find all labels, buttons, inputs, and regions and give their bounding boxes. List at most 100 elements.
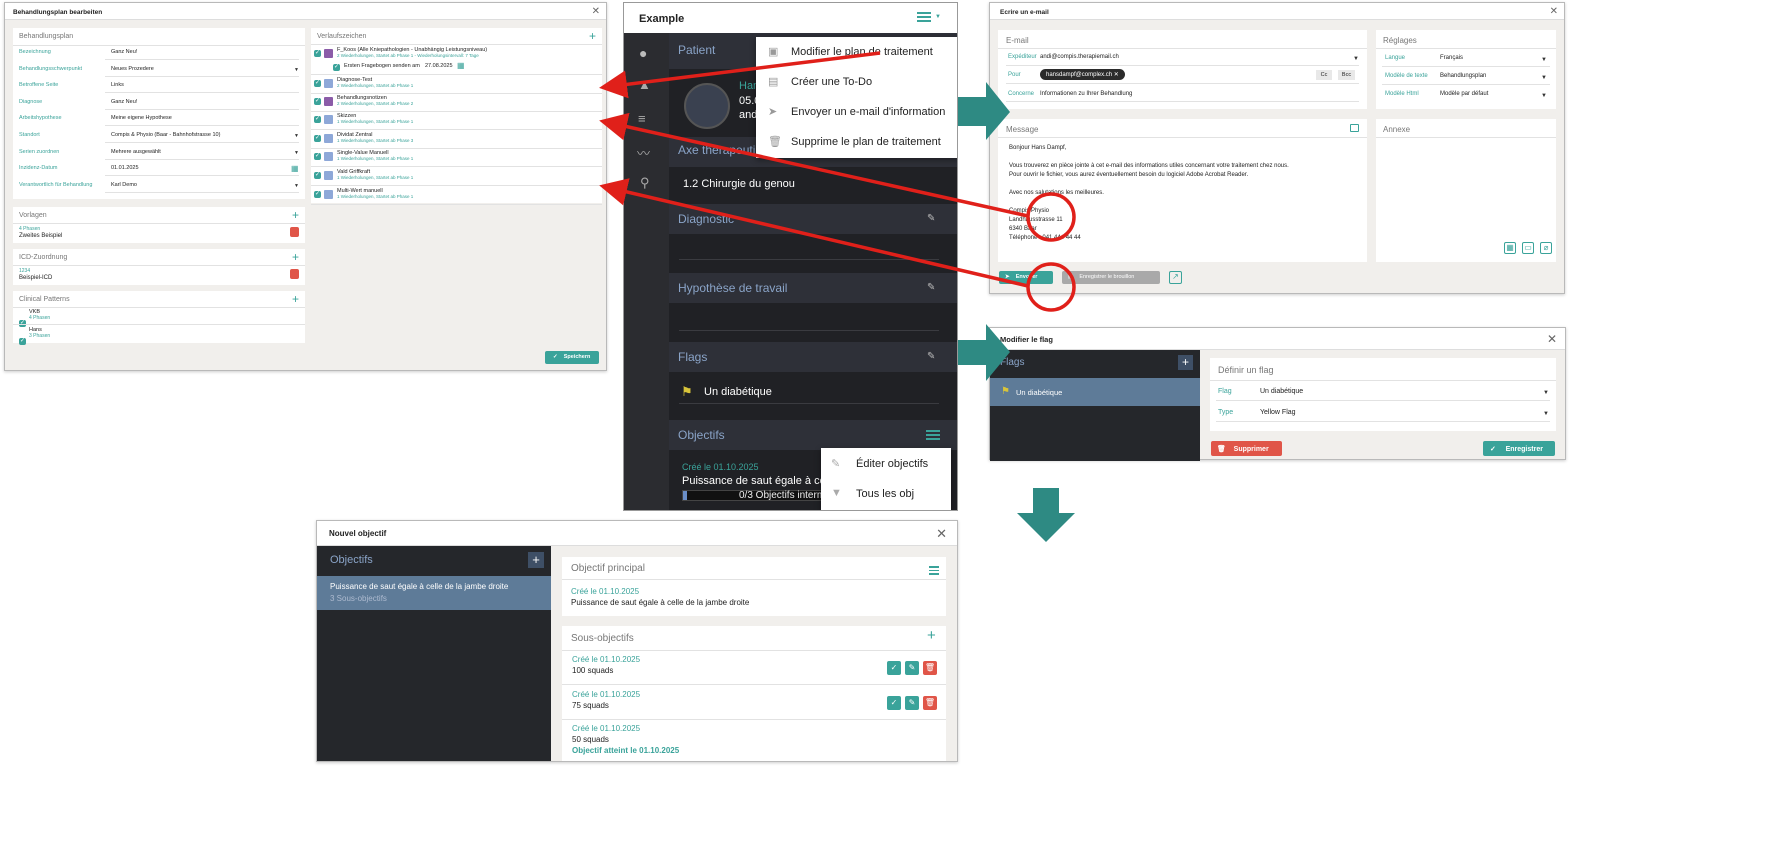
sub-objective-text[interactable]: 50 squads [572, 735, 609, 744]
field-value[interactable]: Ganz Neu! [111, 49, 137, 55]
subject-value[interactable]: Informationen zu Ihrer Behandlung [1040, 91, 1132, 97]
save-button[interactable]: ✓ Speichern [545, 351, 599, 364]
save-button[interactable]: ✓ Enregistrer [1483, 441, 1555, 456]
pattern-item[interactable]: ✓ [19, 329, 26, 347]
check-icon[interactable]: ✓ [333, 64, 340, 71]
check-icon[interactable]: ✓ [314, 80, 321, 87]
delete-trash-icon[interactable]: 🗑 [923, 695, 937, 710]
delete-template-icon[interactable] [290, 227, 299, 237]
delete-trash-icon[interactable]: 🗑 [923, 661, 937, 675]
chevron-down-icon[interactable]: ▼ [294, 133, 299, 139]
user-icon[interactable]: ● [639, 45, 647, 61]
edit-pencil-icon[interactable]: ✎ [905, 695, 919, 710]
menu-item-edit-plan[interactable]: ▣ Modifier le plan de traitement [756, 44, 957, 64]
hamburger-icon[interactable] [929, 566, 939, 575]
close-icon[interactable]: ✕ [936, 526, 947, 542]
flag-select[interactable]: Un diabétique [1260, 388, 1303, 395]
type-select[interactable]: Yellow Flag [1260, 409, 1296, 416]
table-icon[interactable]: ▦ [1504, 242, 1516, 254]
add-template-icon[interactable]: + [292, 208, 299, 222]
expand-icon[interactable] [1350, 124, 1359, 132]
remove-recipient-icon[interactable]: ✕ [1114, 72, 1119, 78]
language-value[interactable]: Français [1440, 55, 1463, 61]
field-value[interactable]: Compis & Physio (Baar - Bahnhofstrasse 1… [111, 132, 220, 138]
laptop-icon[interactable]: ▭ [1522, 242, 1534, 254]
check-icon[interactable]: ✓ [314, 172, 321, 179]
check-icon[interactable]: ✓ [314, 153, 321, 160]
field-value[interactable]: Mehrere ausgewählt [111, 149, 161, 155]
complete-check-icon[interactable]: ✓ [887, 661, 901, 675]
field-value[interactable]: 01.01.2025 [111, 165, 139, 171]
chevron-down-icon[interactable]: ▼ [1353, 56, 1359, 62]
recipient-chip[interactable]: hansdampf@complex.ch ✕ [1040, 69, 1125, 80]
chart-line-icon[interactable]: 〰 [637, 143, 650, 162]
send-button[interactable]: ➤ Envoyer [999, 271, 1053, 284]
calendar-icon[interactable]: ▦ [291, 164, 299, 173]
external-link-icon[interactable]: ↗ [1169, 271, 1182, 284]
chevron-down-icon[interactable]: ▼ [1541, 57, 1547, 63]
menu-item-email[interactable]: ➤ Envoyer un e-mail d'information [756, 104, 957, 124]
chevron-down-icon[interactable]: ▼ [1543, 390, 1549, 396]
chevron-down-icon[interactable]: ▼ [935, 14, 941, 20]
chevron-down-icon[interactable]: ▼ [1541, 75, 1547, 81]
html-value[interactable]: Modèle par défaut [1440, 91, 1488, 97]
bcc-button[interactable]: Bcc [1338, 70, 1355, 80]
chevron-down-icon[interactable]: ▼ [294, 150, 299, 156]
close-icon[interactable]: ✕ [1550, 6, 1558, 17]
edit-pencil-icon[interactable]: ✎ [927, 351, 935, 362]
template-value[interactable]: Behandlungsplan [1440, 73, 1486, 79]
chevron-down-icon[interactable]: ▼ [294, 67, 299, 73]
add-icd-icon[interactable]: + [292, 250, 299, 264]
hamburger-icon[interactable] [926, 430, 940, 440]
chevron-down-icon[interactable]: ▼ [1543, 411, 1549, 417]
graduation-icon[interactable]: ▲ [638, 77, 651, 92]
field-value[interactable]: Links [111, 82, 124, 88]
delete-icd-icon[interactable] [290, 269, 299, 279]
objective-title[interactable]: Puissance de saut égale à celle [682, 475, 837, 487]
field-value[interactable]: Karl Demo [111, 182, 137, 188]
first-send-date[interactable]: 27.08.2025 [425, 63, 453, 69]
close-icon[interactable]: ✕ [592, 6, 600, 17]
save-draft-button[interactable]: ▤ Enregistrer le brouillon [1062, 271, 1160, 284]
from-value[interactable]: andi@compis.therapiemail.ch [1040, 54, 1119, 60]
flag-value[interactable]: Un diabétique [704, 386, 772, 398]
running-icon[interactable]: ⚲ [640, 175, 650, 191]
check-icon[interactable]: ✓ [19, 338, 26, 345]
add-objective-icon[interactable]: + [528, 552, 544, 568]
list-icon[interactable]: ≡ [638, 111, 646, 126]
add-sub-objective-icon[interactable]: + [927, 627, 936, 644]
complete-check-icon[interactable]: ✓ [887, 695, 901, 710]
field-value[interactable]: Neues Prozedere [111, 66, 154, 72]
check-icon[interactable]: ✓ [314, 191, 321, 198]
objective-list-item[interactable]: Puissance de saut égale à celle de la ja… [317, 576, 551, 610]
pattern-item[interactable]: ✓ [19, 311, 26, 329]
chevron-down-icon[interactable]: ▼ [294, 183, 299, 189]
flag-list-item[interactable]: ⚑ Un diabétique [990, 378, 1200, 406]
check-icon[interactable]: ✓ [314, 135, 321, 142]
field-value[interactable]: Meine eigene Hypothese [111, 115, 172, 121]
add-marker-icon[interactable]: + [589, 29, 596, 43]
check-icon[interactable]: ✓ [314, 50, 321, 57]
sub-objective-text[interactable]: 75 squads [572, 701, 609, 710]
message-body[interactable]: Bonjour Hans Dampf, Vous trouverez en piè… [1009, 144, 1289, 243]
edit-pencil-icon[interactable]: ✎ [905, 661, 919, 675]
calendar-icon[interactable]: ▦ [457, 61, 465, 70]
edit-pencil-icon[interactable]: ✎ [927, 213, 935, 224]
menu-item-all-objectives[interactable]: ▼ Tous les obj [821, 486, 951, 506]
paperclip-icon[interactable]: ⌀ [1540, 242, 1552, 254]
cc-button[interactable]: Cc [1316, 70, 1332, 80]
menu-item-todo[interactable]: ▤ Créer une To-Do [756, 74, 957, 94]
sub-objective-text[interactable]: 100 squads [572, 666, 613, 675]
check-icon[interactable]: ✓ [314, 98, 321, 105]
add-pattern-icon[interactable]: + [292, 292, 299, 306]
add-flag-icon[interactable]: + [1178, 355, 1193, 370]
chevron-down-icon[interactable]: ▼ [1541, 93, 1547, 99]
hamburger-icon[interactable] [917, 12, 931, 22]
edit-pencil-icon[interactable]: ✎ [927, 282, 935, 293]
delete-button[interactable]: 🗑 Supprimer [1211, 441, 1282, 456]
menu-item-edit-objectives[interactable]: ✎ Éditer objectifs [821, 456, 951, 476]
menu-item-delete[interactable]: 🗑 Supprime le plan de traitement [756, 134, 957, 154]
check-icon[interactable]: ✓ [314, 116, 321, 123]
field-value[interactable]: Ganz Neu! [111, 99, 137, 105]
close-icon[interactable]: ✕ [1547, 332, 1557, 346]
